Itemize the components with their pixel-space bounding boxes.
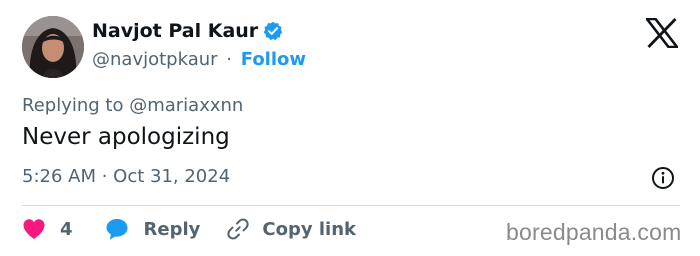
author-handle[interactable]: @navjotpkaur: [92, 49, 218, 70]
copy-link-button[interactable]: Copy link: [226, 217, 356, 241]
replying-handle[interactable]: @mariaxxnn: [129, 95, 243, 116]
author-name-row: Navjot Pal Kaur: [92, 20, 283, 42]
reply-bubble-icon: [105, 217, 129, 241]
reply-label: Reply: [143, 218, 201, 240]
like-button[interactable]: 4: [22, 218, 73, 240]
link-icon: [226, 217, 250, 241]
replying-prefix: Replying to: [22, 95, 124, 116]
like-count: 4: [60, 218, 73, 240]
separator-dot: ·: [226, 49, 233, 70]
info-icon[interactable]: [651, 166, 675, 190]
x-logo-icon[interactable]: [644, 17, 680, 49]
follow-button[interactable]: Follow: [241, 49, 306, 70]
tweet-actions: 4 Reply Copy link: [22, 215, 356, 243]
author-handle-row: @navjotpkaur · Follow: [92, 49, 306, 70]
author-name[interactable]: Navjot Pal Kaur: [92, 20, 258, 42]
watermark: boredpanda.com: [506, 219, 682, 245]
divider: [22, 205, 680, 206]
replying-to: Replying to @mariaxxnn: [22, 95, 243, 116]
tweet-text: Never apologizing: [22, 124, 230, 150]
avatar-image: [22, 16, 84, 78]
avatar[interactable]: [22, 16, 84, 78]
reply-button[interactable]: Reply: [105, 217, 201, 241]
verified-badge-icon: [263, 21, 283, 41]
tweet-timestamp[interactable]: 5:26 AM · Oct 31, 2024: [22, 166, 230, 187]
copy-link-label: Copy link: [262, 218, 356, 240]
heart-icon: [22, 218, 46, 240]
